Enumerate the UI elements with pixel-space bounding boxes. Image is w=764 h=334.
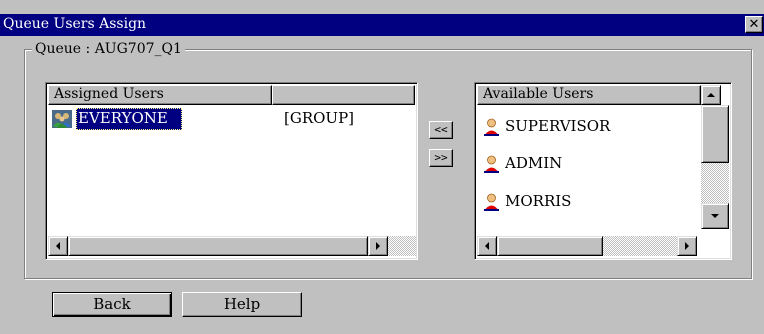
list-item-admin[interactable]: ADMIN [477, 153, 701, 175]
assigned-user-name: EVERYONE [78, 109, 168, 127]
available-hscroll-track[interactable] [603, 236, 677, 256]
available-scroll-down-button[interactable] [701, 203, 729, 229]
title-bar[interactable]: Queue Users Assign ✕ [0, 14, 764, 36]
available-vscroll-track[interactable] [701, 163, 729, 203]
user-icon [484, 193, 499, 211]
unassign-user-label: >> [434, 151, 448, 164]
available-users-header-label: Available Users [483, 86, 594, 102]
queue-users-assign-dialog: Queue Users Assign ✕ Queue : AUG707_Q1 A… [0, 0, 764, 334]
assigned-users-header-label: Assigned Users [54, 86, 164, 102]
help-button-label: Help [223, 295, 261, 313]
assigned-users-header[interactable]: Assigned Users [48, 85, 272, 105]
available-hscroll-thumb[interactable] [497, 236, 603, 256]
assigned-scroll-left-button[interactable] [48, 236, 68, 256]
available-vscroll-thumb[interactable] [701, 105, 729, 163]
unassign-user-button[interactable]: >> [429, 149, 453, 167]
queue-label: Queue : AUG707_Q1 [32, 41, 185, 57]
arrow-down-icon [711, 214, 719, 218]
available-scroll-up-button[interactable] [701, 85, 721, 105]
arrow-right-icon [376, 242, 380, 250]
assigned-users-list[interactable]: Assigned Users EVERYONE [GROUP] [45, 82, 418, 260]
available-user-name: MORRIS [505, 192, 572, 210]
group-icon [52, 110, 72, 128]
assigned-scroll-right-button[interactable] [368, 236, 388, 256]
assign-user-label: << [434, 123, 448, 136]
available-users-header[interactable]: Available Users [477, 85, 701, 105]
list-item-supervisor[interactable]: SUPERVISOR [477, 116, 701, 138]
available-user-name: ADMIN [505, 154, 563, 172]
close-button[interactable]: ✕ [745, 16, 763, 33]
available-users-list[interactable]: Available Users SUPERVISOR ADMIN MORRIS [474, 82, 732, 260]
available-scroll-right-button[interactable] [677, 236, 697, 256]
arrow-up-icon [707, 93, 715, 97]
back-button-label: Back [93, 295, 131, 313]
help-button[interactable]: Help [182, 292, 302, 317]
assign-user-button[interactable]: << [429, 121, 453, 139]
list-item-morris[interactable]: MORRIS [477, 191, 701, 213]
arrow-left-icon [485, 242, 489, 250]
window-title: Queue Users Assign [3, 16, 147, 32]
assigned-user-type: [GROUP] [284, 109, 355, 127]
available-scroll-left-button[interactable] [477, 236, 497, 256]
user-icon [484, 155, 499, 173]
close-icon: ✕ [748, 17, 760, 32]
list-item-everyone[interactable]: EVERYONE [GROUP] [48, 108, 417, 130]
arrow-left-icon [56, 242, 60, 250]
back-button[interactable]: Back [52, 292, 172, 317]
user-icon [484, 118, 499, 136]
available-user-name: SUPERVISOR [505, 117, 611, 135]
assigned-scroll-thumb[interactable] [68, 236, 368, 256]
assigned-type-header[interactable] [272, 85, 415, 105]
arrow-right-icon [685, 242, 689, 250]
assigned-scroll-track[interactable] [388, 236, 416, 256]
